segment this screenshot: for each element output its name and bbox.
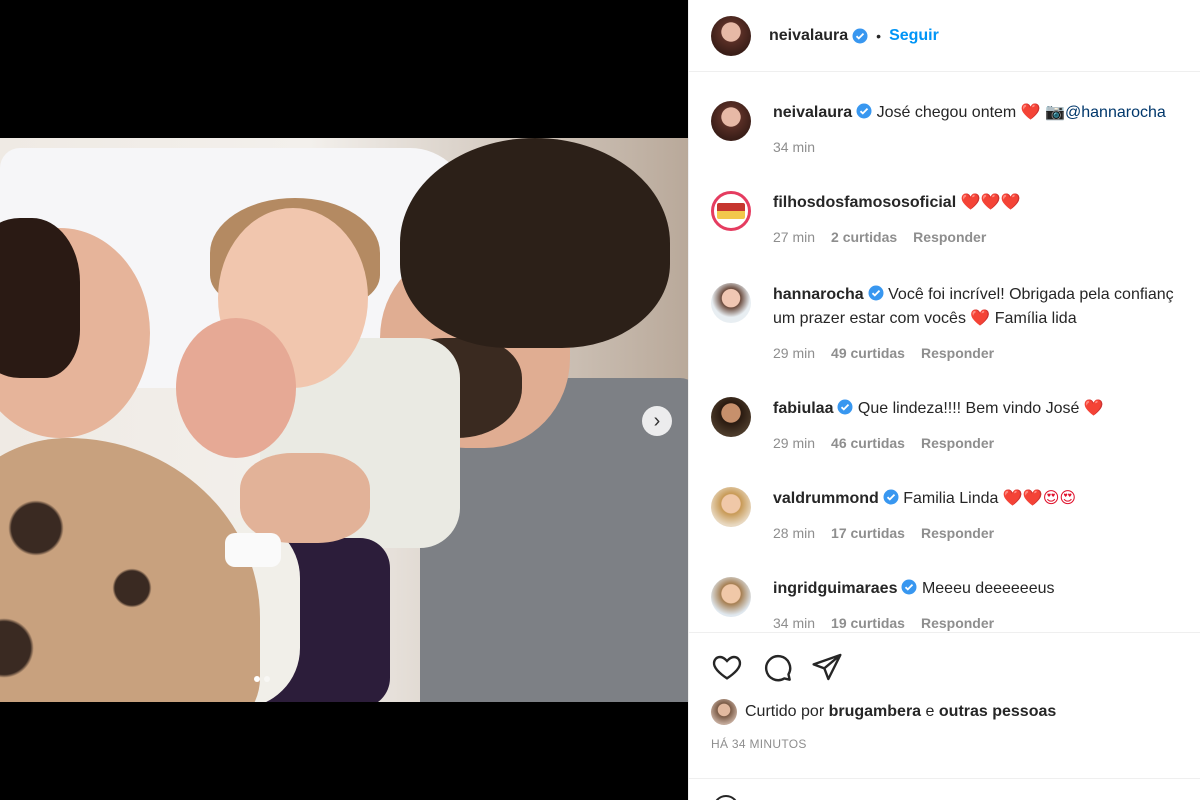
avatar[interactable] bbox=[711, 191, 751, 231]
comment-time[interactable]: 27 min bbox=[773, 225, 815, 249]
separator-bullet: • bbox=[876, 27, 882, 44]
comment-username[interactable]: neivalaura bbox=[773, 104, 852, 121]
caption: neivalaura José chegou ontem ❤️ 📷@hannar… bbox=[711, 101, 1200, 159]
liked-by-prefix: Curtido por bbox=[745, 703, 825, 720]
verified-badge-icon bbox=[883, 489, 899, 505]
avatar[interactable] bbox=[711, 101, 751, 141]
emoji-icon[interactable] bbox=[713, 795, 739, 800]
comment-meta: 34 min 19 curtidas Responder bbox=[773, 611, 1055, 631]
verified-badge-icon bbox=[837, 399, 853, 415]
share-icon[interactable] bbox=[811, 651, 843, 683]
comment-likes[interactable]: 19 curtidas bbox=[831, 611, 905, 631]
avatar[interactable] bbox=[711, 283, 751, 323]
liker-username[interactable]: brugambera bbox=[829, 703, 921, 720]
action-icons bbox=[711, 649, 1200, 685]
add-comment-bar bbox=[689, 778, 1200, 800]
camera-emoji: 📷 bbox=[1045, 104, 1066, 121]
post-photo[interactable] bbox=[0, 138, 688, 702]
liked-by-text: Curtido por brugambera e outras pessoas bbox=[745, 703, 1056, 721]
comment-likes[interactable]: 46 curtidas bbox=[831, 431, 905, 455]
others-link[interactable]: outras pessoas bbox=[939, 703, 1056, 720]
reply-button[interactable]: Responder bbox=[913, 225, 986, 249]
comment: fabiulaa Que lindeza!!!! Bem vindo José … bbox=[711, 397, 1200, 455]
comment-time[interactable]: 34 min bbox=[773, 611, 815, 631]
comment-username[interactable]: hannarocha bbox=[773, 286, 864, 303]
heart-icon[interactable] bbox=[711, 651, 743, 683]
emoji-group: ❤️❤️😍😍 bbox=[1002, 490, 1077, 507]
photo-father-hair bbox=[400, 138, 670, 348]
post-sidebar: neivalaura • Seguir neivalaura José cheg… bbox=[688, 0, 1200, 800]
comment-time[interactable]: 28 min bbox=[773, 521, 815, 545]
comment-username[interactable]: fabiulaa bbox=[773, 400, 833, 417]
avatar[interactable] bbox=[711, 577, 751, 617]
follow-button[interactable]: Seguir bbox=[889, 27, 939, 45]
heart-emoji: ❤️ bbox=[1083, 400, 1104, 417]
comment-username[interactable]: valdrummond bbox=[773, 490, 879, 507]
comment: valdrummond Familia Linda ❤️❤️😍😍 28 min … bbox=[711, 487, 1200, 545]
comment-text: Familia Linda bbox=[903, 490, 999, 507]
post-timestamp[interactable]: HÁ 34 MINUTOS bbox=[711, 737, 1200, 751]
mention-link[interactable]: @hannarocha bbox=[1065, 104, 1166, 121]
comment-time[interactable]: 34 min bbox=[773, 135, 815, 159]
comment-text: Que lindeza!!!! Bem vindo José bbox=[857, 400, 1080, 417]
post-actions: Curtido por brugambera e outras pessoas … bbox=[689, 632, 1200, 800]
comment-text: Meeeu deeeeeeus bbox=[921, 580, 1055, 597]
verified-badge-icon bbox=[852, 28, 868, 43]
photo-baby-face bbox=[176, 318, 296, 458]
carousel-next-button[interactable]: › bbox=[642, 406, 672, 436]
photo-hand bbox=[240, 453, 370, 543]
comment-likes[interactable]: 49 curtidas bbox=[831, 341, 905, 365]
carousel-dot-active bbox=[254, 676, 260, 682]
heart-emoji: ❤️ bbox=[970, 310, 991, 327]
author-avatar[interactable] bbox=[711, 15, 751, 56]
comment-likes[interactable]: 2 curtidas bbox=[831, 225, 897, 249]
heart-emoji: ❤️❤️❤️ bbox=[960, 194, 1021, 211]
comment-meta: 29 min 46 curtidas Responder bbox=[773, 431, 1104, 455]
liker-avatar[interactable] bbox=[711, 699, 737, 725]
comment-username[interactable]: ingridguimaraes bbox=[773, 580, 897, 597]
reply-button[interactable]: Responder bbox=[921, 431, 994, 455]
comment-text-line2b: Família lida bbox=[994, 310, 1077, 327]
post-header: neivalaura • Seguir bbox=[689, 0, 1200, 72]
comment-time[interactable]: 29 min bbox=[773, 341, 815, 365]
carousel-dot bbox=[264, 676, 270, 682]
logo-icon bbox=[717, 203, 745, 219]
photo-mother-hair bbox=[0, 218, 80, 378]
verified-badge-icon bbox=[868, 285, 884, 301]
comment-text-line2: um prazer estar com vocês bbox=[773, 310, 966, 327]
carousel-indicator bbox=[254, 676, 270, 682]
comment: hannarocha Você foi incrível! Obrigada p… bbox=[711, 283, 1200, 365]
liked-by: Curtido por brugambera e outras pessoas bbox=[711, 699, 1200, 725]
reply-button[interactable]: Responder bbox=[921, 341, 994, 365]
comment-text: Você foi incrível! Obrigada pela confian… bbox=[888, 286, 1174, 303]
reply-button[interactable]: Responder bbox=[921, 611, 994, 631]
comments-list[interactable]: neivalaura José chegou ontem ❤️ 📷@hannar… bbox=[689, 73, 1200, 631]
photo-watch bbox=[225, 533, 281, 567]
comment-icon[interactable] bbox=[761, 651, 793, 683]
post-media: › bbox=[0, 0, 688, 800]
comment-meta: 28 min 17 curtidas Responder bbox=[773, 521, 1076, 545]
chevron-right-icon: › bbox=[653, 410, 661, 432]
comment-time[interactable]: 29 min bbox=[773, 431, 815, 455]
comment-meta: 34 min bbox=[773, 135, 1166, 159]
liked-by-conj: e bbox=[925, 703, 935, 720]
comment-likes[interactable]: 17 curtidas bbox=[831, 521, 905, 545]
heart-emoji: ❤️ bbox=[1020, 104, 1041, 121]
comment-meta: 27 min 2 curtidas Responder bbox=[773, 225, 1020, 249]
comment: filhosdosfamososoficial ❤️❤️❤️ 27 min 2 … bbox=[711, 191, 1200, 249]
avatar[interactable] bbox=[711, 487, 751, 527]
comment-username[interactable]: filhosdosfamososoficial bbox=[773, 194, 956, 211]
comment-meta: 29 min 49 curtidas Responder bbox=[773, 341, 1174, 365]
reply-button[interactable]: Responder bbox=[921, 521, 994, 545]
verified-badge-icon bbox=[901, 579, 917, 595]
comment-text: José chegou ontem bbox=[876, 104, 1017, 121]
avatar[interactable] bbox=[711, 397, 751, 437]
comment: ingridguimaraes Meeeu deeeeeeus 34 min 1… bbox=[711, 577, 1200, 631]
author-username[interactable]: neivalaura bbox=[769, 27, 848, 45]
verified-badge-icon bbox=[856, 103, 872, 119]
